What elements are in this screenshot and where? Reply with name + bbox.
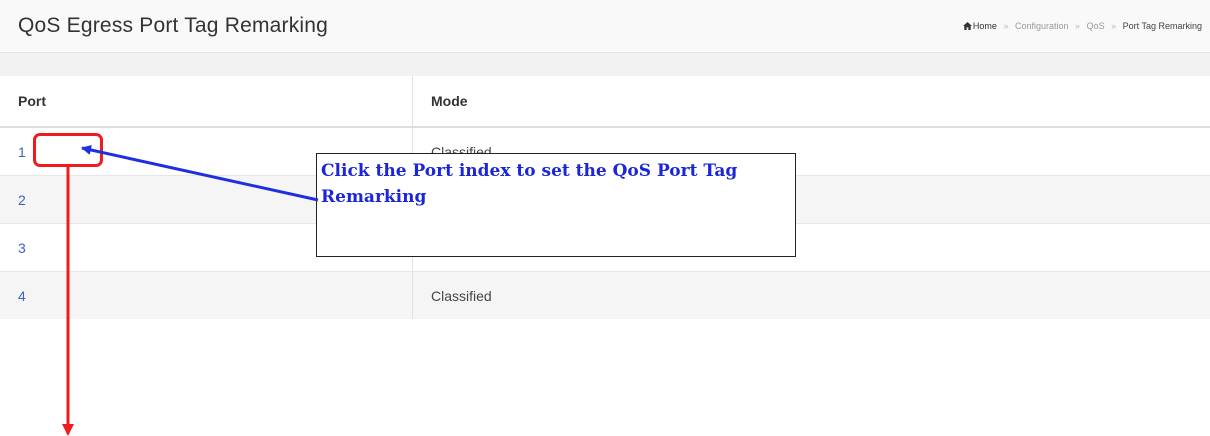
blue-pointer-arrow [81, 145, 319, 202]
annotation-arrows [62, 145, 319, 436]
